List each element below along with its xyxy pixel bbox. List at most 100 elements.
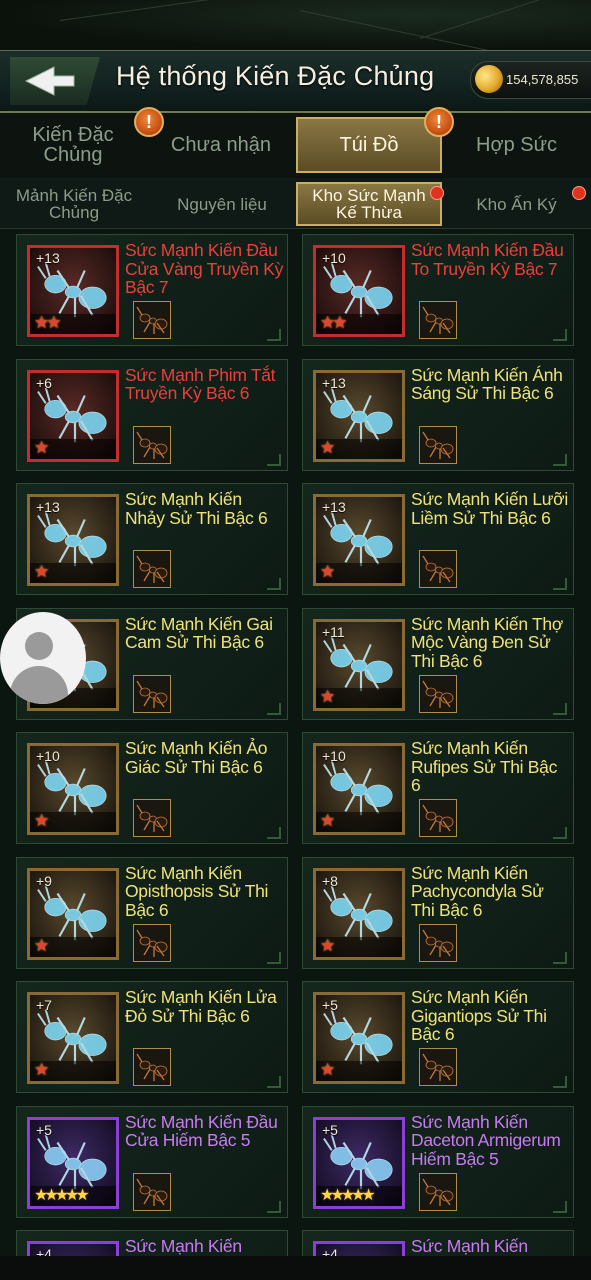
inventory-card[interactable]: +5 ★ Sức Mạnh Kiến Gigantiops Sử Thi Bậc 6 bbox=[302, 981, 574, 1093]
item-name: Sức Mạnh Kiến Ánh Sáng Sử Thi Bậc 6 bbox=[411, 364, 563, 403]
item-name: Sức Mạnh Kiến Daceton Armigerum Hiếm Bậc… bbox=[411, 1111, 561, 1169]
ant-silhouette-icon bbox=[37, 884, 107, 940]
ant-silhouette-icon bbox=[37, 511, 107, 567]
inventory-card[interactable]: +6 ★ Sức Mạnh Phim Tắt Truyền Kỳ Bậc 6 bbox=[16, 358, 288, 471]
ant-type-thumbnail bbox=[133, 550, 171, 588]
item-level: +5 bbox=[322, 997, 338, 1013]
item-name: Sức Mạnh Kiến Rufipes Sử Thi Bậc 6 bbox=[411, 738, 558, 795]
item-portrait: +5 ★ bbox=[313, 992, 405, 1084]
inventory-card[interactable]: +10 ★★ Sức Mạnh Kiến Đầu To Truyền Kỳ Bậc … bbox=[302, 234, 574, 346]
star-rating: ★★★★★ bbox=[34, 1186, 90, 1204]
tab-kho-an-ky[interactable]: Kho Ấn Ký bbox=[442, 182, 591, 226]
primary-tabs: Kiến Đặc Chủng Chưa nhận Túi Đồ Hợp Sức … bbox=[0, 107, 591, 177]
inventory-card[interactable]: +10 ★ Sức Mạnh Kiến Ảo Giác Sử Thi Bậc 6 bbox=[16, 732, 288, 844]
star-rating: ★ bbox=[320, 437, 335, 457]
item-portrait: +4 bbox=[27, 1241, 119, 1256]
item-portrait: +5 ★★★★★ bbox=[27, 1116, 119, 1209]
star-rating: ★ bbox=[320, 811, 335, 830]
item-name: Sức Mạnh Kiến Gai Cam Sử Thi Bậc 6 bbox=[125, 613, 273, 652]
ant-type-thumbnail bbox=[133, 923, 171, 962]
ant-type-thumbnail bbox=[133, 425, 171, 464]
star-rating-bar: ★ bbox=[316, 935, 402, 957]
item-name: Sức Mạnh Kiến Đầu To Truyền Kỳ Bậc 7 bbox=[411, 240, 564, 279]
ant-icon bbox=[136, 1053, 168, 1081]
ant-icon bbox=[136, 431, 168, 459]
inventory-card[interactable]: +13 ★ Sức Mạnh Kiến Ánh Sáng Sử Thi Bậc 6 bbox=[302, 358, 574, 471]
inventory-card[interactable]: +10 ★ Sức Mạnh Kiến Rufipes Sử Thi Bậc 6 bbox=[302, 732, 574, 844]
item-name: Sức Mạnh Kiến Pachycondyla Sử Thi Bậc 6 bbox=[411, 862, 544, 920]
star-rating: ★★★★★ bbox=[320, 1186, 376, 1204]
inventory-card[interactable]: +11 ★ Sức Mạnh Kiến Thợ Mộc Vàng Đen Sử Th… bbox=[302, 607, 574, 720]
back-button[interactable] bbox=[10, 57, 100, 105]
item-name: Sức Mạnh Kiến bbox=[411, 1236, 528, 1256]
ant-icon bbox=[422, 555, 454, 583]
item-level: +9 bbox=[36, 872, 52, 889]
item-name: Sức Mạnh Kiến Lưỡi Liềm Sử Thi Bậc 6 bbox=[411, 489, 568, 528]
item-name: Sức Mạnh Kiến Đầu Cửa Vàng Truyền Kỳ Bậc… bbox=[125, 240, 284, 297]
tab-nguyen-lieu[interactable]: Nguyên liệu bbox=[148, 182, 296, 226]
star-rating: ★ bbox=[320, 935, 335, 955]
tab-hop-suc[interactable]: Hợp Sức bbox=[442, 117, 591, 173]
gold-nugget-icon bbox=[471, 61, 507, 97]
back-arrow-icon bbox=[24, 66, 75, 96]
item-portrait: +5 ★★★★★ bbox=[313, 1116, 405, 1209]
tab-kho-suc-manh[interactable]: Kho Sức Mạnh Kế Thừa bbox=[296, 182, 442, 226]
item-portrait: +7 ★ bbox=[27, 992, 119, 1084]
star-rating: ★★ bbox=[320, 313, 348, 332]
item-name: Sức Mạnh Kiến Đầu Cửa Hiếm Bậc 5 bbox=[125, 1111, 278, 1150]
inventory-card[interactable]: +9 ★ Sức Mạnh Kiến Opisthopsis Sử Thi Bậc … bbox=[16, 856, 288, 969]
bottom-bar bbox=[0, 1256, 591, 1280]
ant-silhouette-icon bbox=[323, 635, 393, 691]
tab-kien-dac-chung[interactable]: Kiến Đặc Chủng bbox=[0, 117, 146, 173]
ant-icon bbox=[422, 306, 454, 334]
star-rating-bar: ★★ bbox=[316, 313, 402, 334]
tab-chua-nhan[interactable]: Chưa nhận bbox=[146, 117, 296, 173]
item-level: +5 bbox=[36, 1121, 52, 1138]
ant-silhouette-icon bbox=[323, 1009, 393, 1065]
item-level: +13 bbox=[322, 499, 346, 515]
ant-type-thumbnail bbox=[133, 674, 171, 713]
item-level: +8 bbox=[322, 872, 338, 889]
ant-silhouette-icon bbox=[323, 760, 393, 816]
ant-icon bbox=[422, 431, 454, 459]
inventory-card[interactable]: +13 ★ Sức Mạnh Kiến Lưỡi Liềm Sử Thi Bậc 6 bbox=[302, 483, 574, 595]
item-portrait: +8 ★ bbox=[313, 867, 405, 960]
tab-manh-kien[interactable]: Mảnh Kiến Đặc Chủng bbox=[0, 182, 148, 226]
item-level: +13 bbox=[322, 374, 346, 391]
ant-icon bbox=[136, 306, 168, 334]
inventory-card[interactable]: +5 ★★★★★ Sức Mạnh Kiến Daceton Armigerum H… bbox=[302, 1105, 574, 1218]
secondary-tabs: Mảnh Kiến Đặc Chủng Nguyên liệu Kho Sức … bbox=[0, 178, 591, 229]
ant-silhouette-icon bbox=[323, 386, 393, 442]
item-level: +7 bbox=[36, 997, 52, 1013]
star-rating: ★ bbox=[320, 686, 335, 706]
ant-icon bbox=[136, 680, 168, 708]
ant-silhouette-icon bbox=[323, 884, 393, 940]
ant-type-thumbnail bbox=[133, 799, 171, 837]
star-rating: ★ bbox=[320, 562, 335, 581]
star-rating: ★ bbox=[34, 1060, 49, 1079]
item-portrait: +13 ★ bbox=[27, 494, 119, 586]
ant-type-thumbnail bbox=[133, 301, 171, 339]
ant-silhouette-icon bbox=[323, 511, 393, 567]
ant-type-thumbnail bbox=[419, 301, 457, 339]
inventory-card[interactable]: +7 ★ Sức Mạnh Kiến Lửa Đỏ Sử Thi Bậc 6 bbox=[16, 981, 288, 1093]
ant-icon bbox=[422, 680, 454, 708]
user-avatar-icon[interactable] bbox=[0, 612, 86, 704]
item-level: +10 bbox=[36, 748, 60, 764]
ant-icon bbox=[136, 929, 168, 957]
ant-icon bbox=[422, 1178, 454, 1206]
ant-type-thumbnail bbox=[419, 799, 457, 837]
ant-type-thumbnail bbox=[419, 1172, 457, 1211]
inventory-card[interactable]: +13 ★★ Sức Mạnh Kiến Đầu Cửa Vàng Truyền K… bbox=[16, 234, 288, 346]
inventory-card[interactable]: +13 ★ Sức Mạnh Kiến Nhảy Sử Thi Bậc 6 bbox=[16, 483, 288, 595]
inventory-card[interactable]: +4 Sức Mạnh Kiến bbox=[302, 1230, 574, 1256]
star-rating-bar: ★ bbox=[316, 437, 402, 459]
star-rating-bar: ★ bbox=[316, 562, 402, 583]
tab-tui-do[interactable]: Túi Đồ bbox=[296, 117, 442, 173]
inventory-card[interactable]: +4 Sức Mạnh Kiến bbox=[16, 1230, 288, 1256]
item-level: +4 bbox=[36, 1246, 52, 1256]
inventory-card[interactable]: +5 ★★★★★ Sức Mạnh Kiến Đầu Cửa Hiếm Bậc 5 bbox=[16, 1105, 288, 1218]
star-rating-bar: ★★ bbox=[30, 313, 116, 334]
item-name: Sức Mạnh Kiến Nhảy Sử Thi Bậc 6 bbox=[125, 489, 268, 528]
inventory-card[interactable]: +8 ★ Sức Mạnh Kiến Pachycondyla Sử Thi Bậc… bbox=[302, 856, 574, 969]
